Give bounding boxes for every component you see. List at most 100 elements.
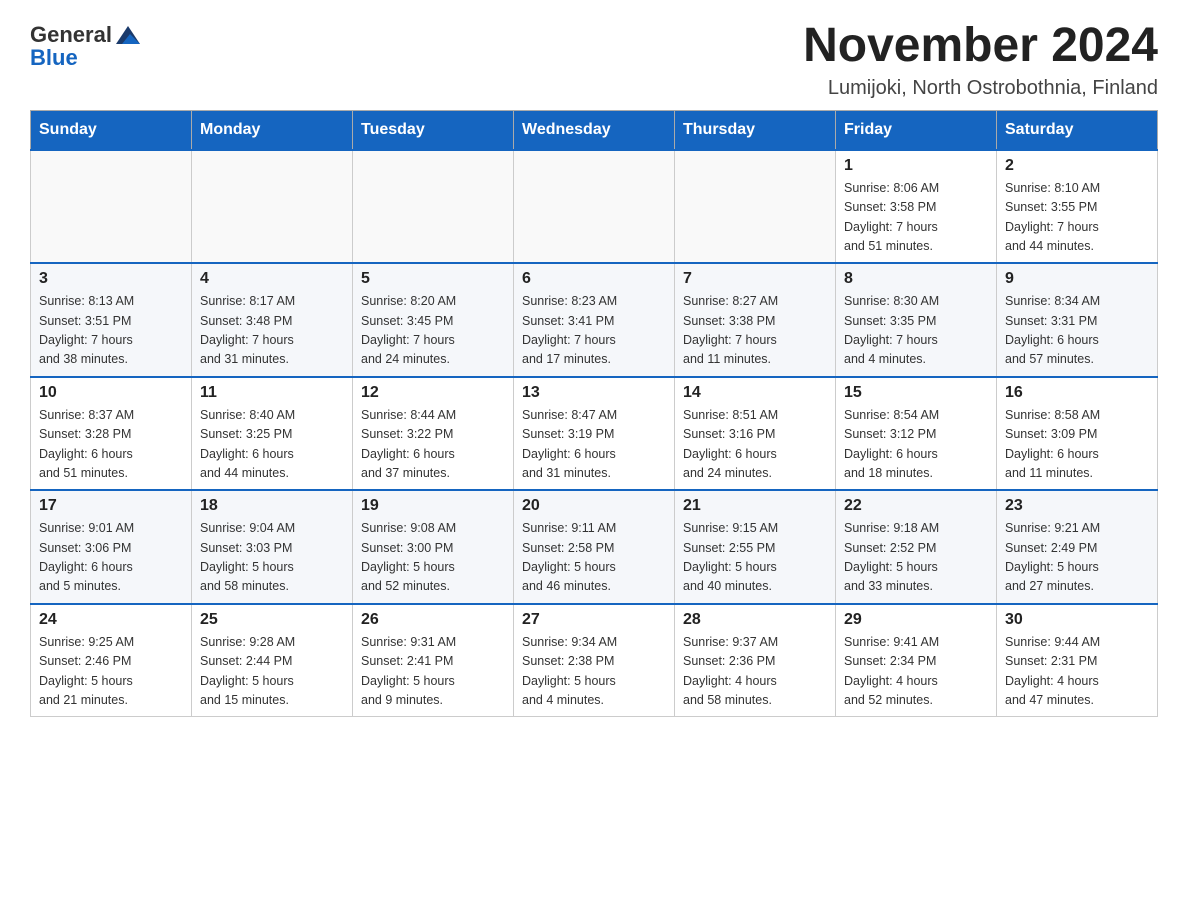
day-info: Sunrise: 8:54 AMSunset: 3:12 PMDaylight:… (844, 406, 988, 484)
table-row: 17 Sunrise: 9:01 AMSunset: 3:06 PMDayligh… (31, 490, 192, 604)
table-row: 29Sunrise: 9:41 AMSunset: 2:34 PMDayligh… (836, 604, 997, 717)
table-row (31, 150, 192, 264)
table-row: 6 Sunrise: 8:23 AMSunset: 3:41 PMDaylight… (514, 263, 675, 377)
day-number: 5 (361, 270, 505, 288)
day-number: 14 (683, 384, 827, 402)
day-info: Sunrise: 9:28 AMSunset: 2:44 PMDaylight:… (200, 633, 344, 711)
col-thursday: Thursday (675, 110, 836, 150)
table-row: 26 Sunrise: 9:31 AMSunset: 2:41 PMDayligh… (353, 604, 514, 717)
table-row (514, 150, 675, 264)
table-row: 10 Sunrise: 8:37 AMSunset: 3:28 PMDayligh… (31, 377, 192, 491)
day-info: Sunrise: 8:27 AMSunset: 3:38 PMDaylight:… (683, 292, 827, 370)
day-info: Sunrise: 9:04 AMSunset: 3:03 PMDaylight:… (200, 519, 344, 597)
table-row: 15 Sunrise: 8:54 AMSunset: 3:12 PMDayligh… (836, 377, 997, 491)
table-row: 27Sunrise: 9:34 AMSunset: 2:38 PMDayligh… (514, 604, 675, 717)
logo-icon (114, 22, 142, 50)
day-info: Sunrise: 8:13 AMSunset: 3:51 PMDaylight:… (39, 292, 183, 370)
day-number: 18 (200, 497, 344, 515)
table-row (192, 150, 353, 264)
day-number: 30 (1005, 611, 1149, 629)
col-tuesday: Tuesday (353, 110, 514, 150)
day-number: 27 (522, 611, 666, 629)
table-row: 16Sunrise: 8:58 AMSunset: 3:09 PMDayligh… (997, 377, 1158, 491)
day-info: Sunrise: 9:31 AMSunset: 2:41 PMDaylight:… (361, 633, 505, 711)
table-row: 13 Sunrise: 8:47 AMSunset: 3:19 PMDayligh… (514, 377, 675, 491)
logo-general-text: General (30, 23, 112, 47)
table-row: 30 Sunrise: 9:44 AMSunset: 2:31 PMDayligh… (997, 604, 1158, 717)
day-number: 16 (1005, 384, 1149, 402)
table-row: 2 Sunrise: 8:10 AMSunset: 3:55 PMDaylight… (997, 150, 1158, 264)
day-info: Sunrise: 9:15 AMSunset: 2:55 PMDaylight:… (683, 519, 827, 597)
day-number: 22 (844, 497, 988, 515)
day-number: 21 (683, 497, 827, 515)
calendar-week-4: 17 Sunrise: 9:01 AMSunset: 3:06 PMDayligh… (31, 490, 1158, 604)
day-number: 11 (200, 384, 344, 402)
day-number: 24 (39, 611, 183, 629)
day-info: Sunrise: 9:01 AMSunset: 3:06 PMDaylight:… (39, 519, 183, 597)
table-row: 8Sunrise: 8:30 AMSunset: 3:35 PMDaylight… (836, 263, 997, 377)
day-info: Sunrise: 9:11 AMSunset: 2:58 PMDaylight:… (522, 519, 666, 597)
table-row: 1 Sunrise: 8:06 AMSunset: 3:58 PMDaylight… (836, 150, 997, 264)
table-row: 21 Sunrise: 9:15 AMSunset: 2:55 PMDayligh… (675, 490, 836, 604)
day-number: 28 (683, 611, 827, 629)
day-number: 6 (522, 270, 666, 288)
day-info: Sunrise: 8:34 AMSunset: 3:31 PMDaylight:… (1005, 292, 1149, 370)
day-number: 15 (844, 384, 988, 402)
table-row: 19 Sunrise: 9:08 AMSunset: 3:00 PMDayligh… (353, 490, 514, 604)
day-number: 1 (844, 157, 988, 175)
day-info: Sunrise: 9:25 AMSunset: 2:46 PMDaylight:… (39, 633, 183, 711)
day-info: Sunrise: 8:44 AMSunset: 3:22 PMDaylight:… (361, 406, 505, 484)
day-number: 17 (39, 497, 183, 515)
day-info: Sunrise: 8:10 AMSunset: 3:55 PMDaylight:… (1005, 179, 1149, 257)
table-row: 5 Sunrise: 8:20 AMSunset: 3:45 PMDaylight… (353, 263, 514, 377)
table-row: 18 Sunrise: 9:04 AMSunset: 3:03 PMDayligh… (192, 490, 353, 604)
day-number: 29 (844, 611, 988, 629)
day-number: 4 (200, 270, 344, 288)
logo-blue-text: Blue (30, 46, 78, 70)
day-number: 19 (361, 497, 505, 515)
table-row: 25Sunrise: 9:28 AMSunset: 2:44 PMDayligh… (192, 604, 353, 717)
month-title: November 2024 (803, 20, 1158, 73)
day-info: Sunrise: 8:20 AMSunset: 3:45 PMDaylight:… (361, 292, 505, 370)
day-info: Sunrise: 8:06 AMSunset: 3:58 PMDaylight:… (844, 179, 988, 257)
page: General Blue November 2024 Lumijoki, Nor… (0, 0, 1188, 747)
table-row (353, 150, 514, 264)
table-row: 11 Sunrise: 8:40 AMSunset: 3:25 PMDayligh… (192, 377, 353, 491)
calendar-week-3: 10 Sunrise: 8:37 AMSunset: 3:28 PMDayligh… (31, 377, 1158, 491)
calendar-week-1: 1 Sunrise: 8:06 AMSunset: 3:58 PMDaylight… (31, 150, 1158, 264)
col-saturday: Saturday (997, 110, 1158, 150)
table-row: 23Sunrise: 9:21 AMSunset: 2:49 PMDayligh… (997, 490, 1158, 604)
col-friday: Friday (836, 110, 997, 150)
table-row: 4 Sunrise: 8:17 AMSunset: 3:48 PMDaylight… (192, 263, 353, 377)
day-number: 20 (522, 497, 666, 515)
day-info: Sunrise: 8:37 AMSunset: 3:28 PMDaylight:… (39, 406, 183, 484)
day-info: Sunrise: 9:18 AMSunset: 2:52 PMDaylight:… (844, 519, 988, 597)
day-info: Sunrise: 9:44 AMSunset: 2:31 PMDaylight:… (1005, 633, 1149, 711)
day-number: 26 (361, 611, 505, 629)
day-number: 23 (1005, 497, 1149, 515)
day-number: 7 (683, 270, 827, 288)
day-number: 9 (1005, 270, 1149, 288)
table-row: 22 Sunrise: 9:18 AMSunset: 2:52 PMDayligh… (836, 490, 997, 604)
day-number: 12 (361, 384, 505, 402)
day-info: Sunrise: 9:08 AMSunset: 3:00 PMDaylight:… (361, 519, 505, 597)
calendar-header-row: Sunday Monday Tuesday Wednesday Thursday… (31, 110, 1158, 150)
table-row: 3Sunrise: 8:13 AMSunset: 3:51 PMDaylight… (31, 263, 192, 377)
table-row: 14Sunrise: 8:51 AMSunset: 3:16 PMDayligh… (675, 377, 836, 491)
table-row: 28Sunrise: 9:37 AMSunset: 2:36 PMDayligh… (675, 604, 836, 717)
table-row: 24 Sunrise: 9:25 AMSunset: 2:46 PMDayligh… (31, 604, 192, 717)
day-info: Sunrise: 8:17 AMSunset: 3:48 PMDaylight:… (200, 292, 344, 370)
logo: General Blue (30, 20, 142, 70)
day-number: 10 (39, 384, 183, 402)
day-number: 2 (1005, 157, 1149, 175)
day-info: Sunrise: 8:47 AMSunset: 3:19 PMDaylight:… (522, 406, 666, 484)
day-number: 8 (844, 270, 988, 288)
day-number: 13 (522, 384, 666, 402)
day-info: Sunrise: 8:23 AMSunset: 3:41 PMDaylight:… (522, 292, 666, 370)
calendar-table: Sunday Monday Tuesday Wednesday Thursday… (30, 110, 1158, 718)
col-sunday: Sunday (31, 110, 192, 150)
col-wednesday: Wednesday (514, 110, 675, 150)
table-row (675, 150, 836, 264)
day-info: Sunrise: 8:40 AMSunset: 3:25 PMDaylight:… (200, 406, 344, 484)
location-title: Lumijoki, North Ostrobothnia, Finland (803, 77, 1158, 100)
